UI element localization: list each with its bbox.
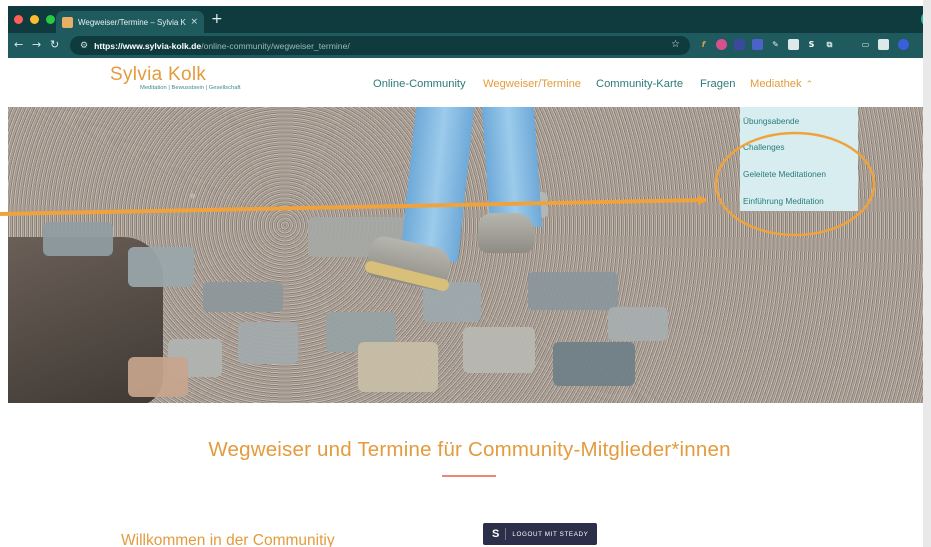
shoe-right [478, 213, 534, 253]
extension-media-icon[interactable] [734, 39, 745, 50]
tab-title: Wegweiser/Termine – Sylvia K [78, 17, 186, 27]
zoom-window-button[interactable] [46, 15, 55, 24]
browser-tab[interactable]: Wegweiser/Termine – Sylvia K × [56, 11, 204, 33]
new-tab-button[interactable]: + [211, 11, 223, 27]
site-header: Sylvia Kolk Meditation | Bewusstsein | G… [8, 58, 931, 107]
url-text: https://www.sylvia-kolk.de/online-commun… [94, 41, 350, 51]
extension-font-icon[interactable]: f [698, 39, 709, 50]
browser-toolbar: ← → ↻ ⚙ https://www.sylvia-kolk.de/onlin… [8, 33, 931, 58]
dropdown-item-einfuehrung-meditation[interactable]: Einführung Meditation [743, 196, 824, 206]
headline-divider [442, 475, 496, 477]
browser-window: Wegweiser/Termine – Sylvia K × + ← → ↻ ⚙… [8, 6, 931, 547]
mediathek-dropdown: Übungsabende Challenges Geleitete Medita… [740, 107, 858, 211]
extension-pen-icon[interactable]: ✎ [770, 39, 781, 50]
cobblestone [128, 247, 194, 287]
nav-fragen[interactable]: Fragen [700, 78, 735, 90]
cobblestone [463, 327, 535, 373]
welcome-heading: Willkommen in der Communitiy [121, 532, 335, 547]
extension-pink-icon[interactable] [716, 39, 727, 50]
close-window-button[interactable] [14, 15, 23, 24]
site-favicon-icon [62, 16, 73, 28]
nav-mediathek[interactable]: Mediathek ⌃ [750, 78, 813, 90]
cobblestone [608, 307, 668, 341]
steady-logo-icon: S [492, 528, 507, 540]
dropdown-item-uebungsabende[interactable]: Übungsabende [743, 116, 799, 126]
sidebar-icon[interactable] [878, 39, 889, 50]
nav-online-community[interactable]: Online-Community [373, 78, 466, 90]
dropdown-item-geleitete-meditationen[interactable]: Geleitete Meditationen [743, 169, 826, 179]
cast-icon[interactable]: ▭ [860, 39, 871, 50]
logo-name: Sylvia Kolk [110, 64, 207, 85]
window-edge [923, 0, 931, 547]
extension-bars-icon[interactable] [788, 39, 799, 50]
url-host: https://www.sylvia-kolk.de [94, 40, 202, 51]
cobblestone [43, 222, 113, 256]
site-logo[interactable]: Sylvia Kolk Meditation | Bewusstsein | G… [110, 64, 241, 91]
forward-icon[interactable]: → [32, 38, 41, 51]
extensions-puzzle-icon[interactable]: ⧉ [824, 39, 835, 50]
back-icon[interactable]: ← [14, 38, 23, 51]
window-controls [14, 15, 55, 24]
steady-logout-button[interactable]: S LOGOUT MIT STEADY [483, 523, 598, 545]
tab-close-icon[interactable]: × [190, 17, 198, 27]
extension-s-icon[interactable]: S [806, 39, 817, 50]
url-path: /online-community/wegweiser_termine/ [201, 40, 350, 51]
extension-bf-icon[interactable] [752, 39, 763, 50]
chevron-up-icon: ⌃ [805, 79, 814, 89]
nav-wegweiser-termine[interactable]: Wegweiser/Termine [483, 78, 581, 90]
bookmark-star-icon[interactable]: ☆ [671, 39, 680, 50]
cobblestone [528, 272, 618, 310]
address-bar[interactable]: ⚙ https://www.sylvia-kolk.de/online-comm… [70, 36, 690, 55]
dropdown-item-challenges[interactable]: Challenges [743, 142, 785, 152]
tab-strip: Wegweiser/Termine – Sylvia K × + [8, 6, 931, 33]
steady-logout-label: LOGOUT MIT STEADY [512, 530, 589, 538]
cobblestone [203, 282, 283, 312]
page-headline: Wegweiser und Termine für Community-Mitg… [208, 438, 731, 461]
cobblestone [358, 342, 438, 392]
site-info-icon[interactable]: ⚙ [80, 41, 88, 51]
logo-tagline: Meditation | Bewusstsein | Gesellschaft [140, 85, 241, 91]
cobblestone [238, 322, 298, 364]
minimize-window-button[interactable] [30, 15, 39, 24]
leg-left [399, 107, 475, 262]
cobblestone [128, 357, 188, 397]
nav-mediathek-label: Mediathek [750, 78, 802, 90]
leg-right [481, 107, 543, 227]
cobblestone [553, 342, 635, 386]
reload-icon[interactable]: ↻ [50, 38, 59, 51]
account-icon[interactable] [898, 39, 909, 50]
nav-community-karte[interactable]: Community-Karte [596, 78, 683, 90]
